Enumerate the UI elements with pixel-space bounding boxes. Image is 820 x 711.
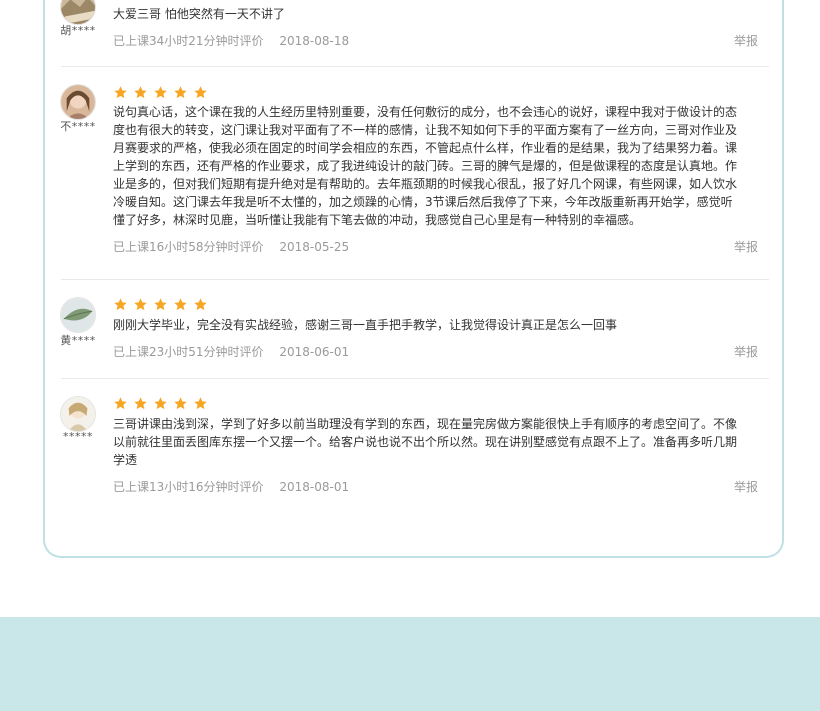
report-link[interactable]: 举报 (734, 238, 758, 255)
review-text: 三哥讲课由浅到深，学到了好多以前当助理没有学到的东西，现在量完房做方案能很快上手… (113, 417, 738, 467)
user-name: ***** (63, 430, 93, 443)
landscape-avatar-icon (61, 0, 95, 24)
user-name: 胡**** (60, 24, 96, 37)
user-avatar[interactable] (60, 297, 96, 333)
report-link[interactable]: 举报 (734, 343, 758, 360)
star-icon (193, 396, 208, 411)
rating-stars (113, 85, 208, 101)
illustration-avatar-icon (61, 397, 95, 431)
user-avatar[interactable] (60, 84, 96, 120)
star-icon (113, 396, 128, 411)
rating-stars (113, 297, 208, 313)
review-text: 说句真心话，这个课在我的人生经历里特别重要，没有任何敷衍的成分，也不会违心的说好… (113, 105, 738, 227)
star-icon (193, 85, 208, 100)
star-icon (133, 85, 148, 100)
star-icon (193, 297, 208, 312)
star-icon (153, 297, 168, 312)
footer-band (0, 617, 820, 711)
star-icon (113, 297, 128, 312)
rating-stars (113, 396, 208, 412)
report-link[interactable]: 举报 (734, 32, 758, 49)
review-meta: 已上课23小时51分钟时评价 2018-06-01 (113, 343, 349, 360)
star-icon (113, 85, 128, 100)
reviews-card: 胡**** 大爱三哥 怕他突然有一天不讲了 已上课34小时21分钟时评价 201… (43, 0, 784, 558)
review-time: 已上课16小时58分钟时评价 (113, 240, 264, 254)
review-date: 2018-08-01 (279, 480, 350, 494)
report-link[interactable]: 举报 (734, 478, 758, 495)
review-text: 大爱三哥 怕他突然有一天不讲了 (113, 7, 285, 21)
star-icon (153, 85, 168, 100)
review-time: 已上课23小时51分钟时评价 (113, 345, 264, 359)
review-date: 2018-08-18 (279, 34, 350, 48)
star-icon (153, 396, 168, 411)
user-name: 不**** (60, 120, 96, 133)
review-date: 2018-06-01 (279, 345, 350, 359)
user-avatar[interactable] (60, 396, 96, 432)
divider (61, 378, 769, 379)
star-icon (133, 396, 148, 411)
star-icon (173, 396, 188, 411)
girl-portrait-avatar-icon (61, 85, 95, 119)
review-meta: 已上课16小时58分钟时评价 2018-05-25 (113, 238, 349, 255)
user-name: 黄**** (60, 334, 96, 347)
review-meta: 已上课34小时21分钟时评价 2018-08-18 (113, 32, 349, 49)
review-meta: 已上课13小时16分钟时评价 2018-08-01 (113, 478, 349, 495)
review-time: 已上课34小时21分钟时评价 (113, 34, 264, 48)
review-text: 刚刚大学毕业，完全没有实战经验，感谢三哥一直手把手教学，让我觉得设计真正是怎么一… (113, 318, 618, 332)
divider (61, 66, 769, 67)
review-date: 2018-05-25 (279, 240, 350, 254)
divider (61, 279, 769, 280)
leaf-avatar-icon (61, 298, 95, 332)
star-icon (133, 297, 148, 312)
review-time: 已上课13小时16分钟时评价 (113, 480, 264, 494)
star-icon (173, 85, 188, 100)
star-icon (173, 297, 188, 312)
